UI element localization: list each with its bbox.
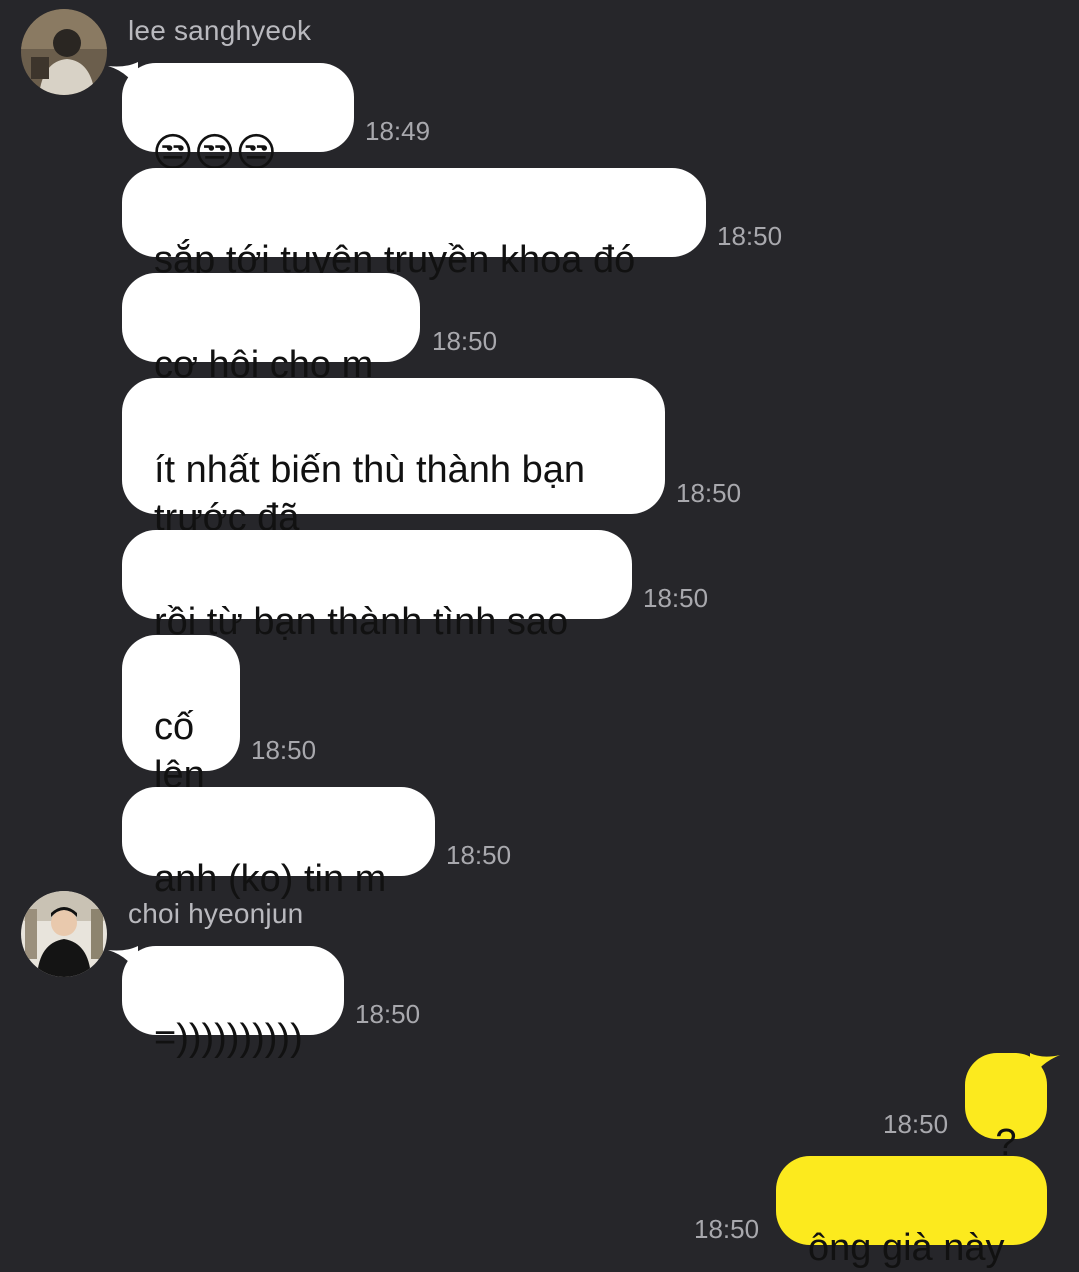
- message-time: 18:49: [365, 116, 431, 146]
- message-bubble[interactable]: =)))))))))): [122, 946, 344, 1059]
- message-bubble[interactable]: rồi từ bạn thành tình sao: [122, 530, 632, 643]
- message-bubble[interactable]: 😒😒😒: [122, 63, 354, 175]
- message-text: ít nhất biến thù thành bạn trước đã: [154, 449, 586, 539]
- message-bubble[interactable]: cố lên: [122, 635, 240, 796]
- message-bubble[interactable]: cơ hội cho m: [122, 273, 420, 386]
- message-time: 18:50: [676, 478, 742, 508]
- message-bubble-outgoing[interactable]: ?: [965, 1053, 1047, 1164]
- message-bubble[interactable]: ít nhất biến thù thành bạn trước đã: [122, 378, 665, 539]
- avatar-choi-hyeonjun[interactable]: [21, 891, 107, 977]
- message-time: 18:50: [883, 1109, 949, 1139]
- message-bubble[interactable]: sắp tới tuyên truyền khoa đó: [122, 168, 706, 281]
- message-text: anh (ko) tin m: [154, 858, 387, 900]
- message-time: 18:50: [694, 1214, 760, 1244]
- message-time: 18:50: [717, 221, 783, 251]
- message-time: 18:50: [643, 583, 709, 613]
- message-time: 18:50: [446, 840, 512, 870]
- sender-name: lee sanghyeok: [128, 15, 312, 46]
- message-bubble[interactable]: anh (ko) tin m: [122, 787, 435, 900]
- message-time: 18:50: [432, 326, 498, 356]
- message-time: 18:50: [355, 999, 421, 1029]
- message-time: 18:50: [251, 735, 317, 765]
- avatar-lee-sanghyeok[interactable]: [21, 9, 107, 95]
- message-text: =)))))))))): [154, 1017, 303, 1059]
- message-text: ông già này: [808, 1227, 1005, 1269]
- message-bubble-outgoing[interactable]: ông già này: [776, 1156, 1047, 1269]
- sender-name: choi hyeonjun: [128, 898, 304, 929]
- message-text: cố lên: [154, 706, 205, 796]
